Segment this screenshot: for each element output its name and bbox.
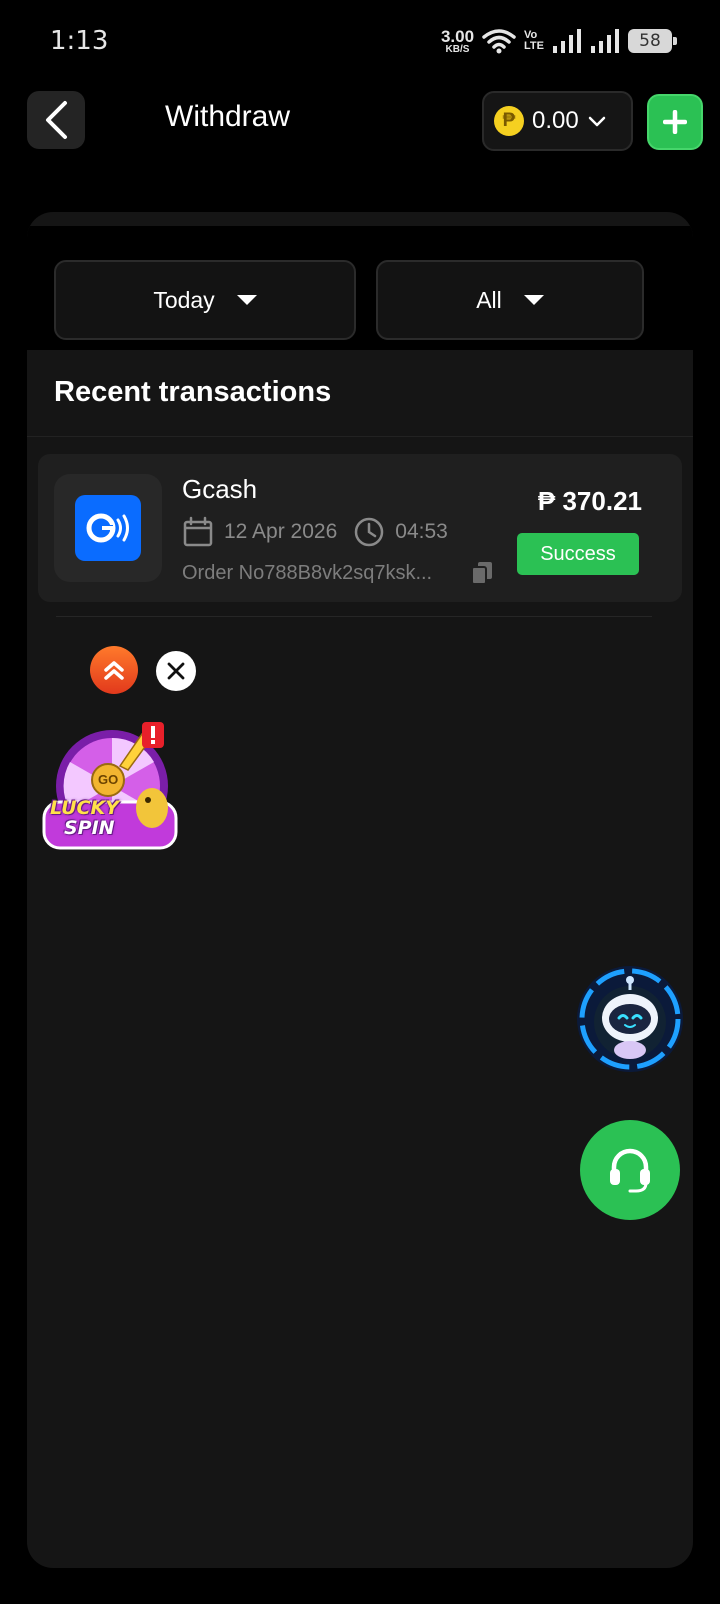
plus-icon: [663, 110, 687, 134]
close-icon: [167, 662, 185, 680]
filter-bar: Today All: [27, 226, 693, 350]
top-bar: Withdraw ₱ 0.00: [0, 86, 720, 156]
date-filter-label: Today: [153, 286, 215, 313]
volte-bottom: LTE: [524, 40, 544, 52]
payment-method-logo: [54, 474, 162, 582]
type-filter-label: All: [476, 286, 502, 313]
transaction-time: 04:53: [395, 520, 448, 543]
collapse-button[interactable]: [90, 646, 138, 694]
balance-value: 0.00: [532, 107, 579, 134]
status-bar: 1:13 3.00 KB/S Vo LTE 58: [0, 0, 720, 82]
signal-icon-2: [591, 29, 619, 53]
battery-indicator: 58: [628, 29, 677, 53]
lucky-spin-line1: LUCKY: [50, 797, 119, 819]
lucky-spin-coin-label: GO: [98, 772, 119, 787]
lucky-spin-wheel-icon: [42, 722, 178, 850]
status-icons: 3.00 KB/S Vo LTE 58: [441, 24, 677, 58]
lucky-spin-line2: SPIN: [64, 817, 115, 839]
copy-icon[interactable]: [470, 560, 494, 586]
ai-assistant-button[interactable]: [575, 964, 685, 1074]
transaction-date: 12 Apr 2026: [224, 520, 338, 543]
transaction-order-number: Order No788B8vk2sq7ksk...: [182, 562, 433, 584]
status-badge: Success: [517, 533, 639, 575]
volte-indicator: Vo LTE: [524, 30, 544, 52]
caret-down-icon: [523, 295, 544, 305]
transaction-datetime: 12 Apr 2026 04:53: [182, 516, 448, 548]
wifi-icon: [482, 29, 516, 54]
type-filter-dropdown[interactable]: All: [376, 260, 644, 340]
signal-icon: [553, 29, 581, 53]
close-promo-button[interactable]: [156, 651, 196, 691]
network-speed-unit: KB/S: [445, 43, 470, 55]
robot-icon: [577, 966, 683, 1072]
withdraw-panel: Today All Recent transactions Gcash 12 A…: [27, 212, 693, 1568]
network-speed: 3.00 KB/S: [441, 28, 474, 55]
divider: [56, 616, 652, 617]
back-arrow-icon: [46, 101, 67, 139]
section-title: Recent transactions: [54, 376, 332, 408]
clock-icon: [355, 517, 384, 547]
network-speed-value: 3.00: [440, 26, 475, 46]
customer-support-button[interactable]: [580, 1120, 680, 1220]
chevron-down-icon: [588, 116, 605, 127]
balance-selector[interactable]: ₱ 0.00: [482, 91, 633, 151]
double-chevron-up-icon: [104, 661, 124, 680]
calendar-icon: [183, 516, 213, 547]
gcash-icon: [75, 495, 141, 561]
transaction-card[interactable]: Gcash 12 Apr 2026 04:53 Order No788B8vk2…: [38, 454, 682, 602]
status-time: 1:13: [50, 26, 109, 56]
divider: [27, 436, 693, 437]
peso-coin-icon: ₱: [494, 106, 524, 136]
headset-icon: [610, 1148, 650, 1193]
back-button[interactable]: [27, 91, 85, 149]
lucky-spin-label: LUCKY SPIN: [50, 798, 119, 838]
page-title: Withdraw: [165, 100, 291, 133]
caret-down-icon: [236, 295, 257, 305]
transaction-method: Gcash: [182, 474, 258, 504]
add-funds-button[interactable]: [647, 94, 703, 150]
lucky-spin-promo[interactable]: GO LUCKY SPIN: [42, 720, 190, 860]
transaction-amount: ₱ 370.21: [537, 486, 642, 516]
date-filter-dropdown[interactable]: Today: [54, 260, 356, 340]
